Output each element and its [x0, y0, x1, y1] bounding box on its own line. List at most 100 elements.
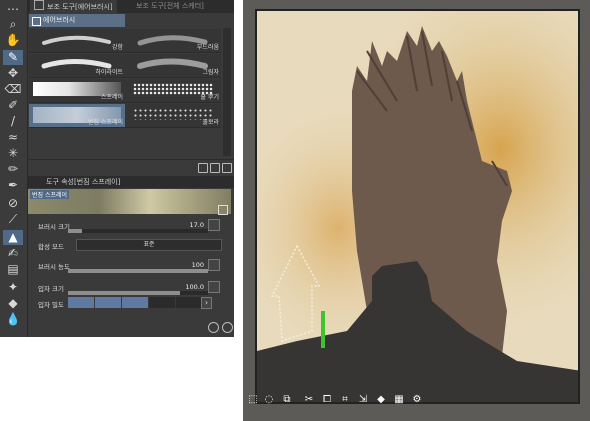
- brush-label: 물보라: [202, 119, 219, 126]
- eyedropper-icon[interactable]: ✐: [3, 98, 23, 113]
- tab-subtool-airbrush[interactable]: 보조 도구[에어브러시]: [30, 0, 117, 13]
- reset-icon[interactable]: [208, 322, 219, 333]
- transform-icon[interactable]: ⇲: [357, 394, 369, 406]
- fill-icon[interactable]: ▤: [3, 262, 23, 277]
- marker-icon[interactable]: ✒: [3, 178, 23, 193]
- particle-density-label: 입자 밀도: [38, 301, 64, 309]
- app-window: ⋯ ⌕ ✋ ✎ ✥ ⌫ ✐ / ≈ ✳ ✏ ✒ ⊘ ⟋ ▲ ✍ ▤ ✦ ◆ 💧 …: [0, 0, 234, 337]
- brush-label: 부드러움: [196, 44, 219, 51]
- canvas[interactable]: [255, 9, 580, 404]
- add-subtool-icon[interactable]: [198, 163, 208, 173]
- brush-item-selected[interactable]: 번짐 스프레이: [29, 104, 125, 128]
- tool-palette: ⋯ ⌕ ✋ ✎ ✥ ⌫ ✐ / ≈ ✳ ✏ ✒ ⊘ ⟋ ▲ ✍ ▤ ✦ ◆ 💧: [0, 0, 28, 337]
- brush-list-scrollbar[interactable]: [223, 28, 231, 156]
- brush-stroke-preview: [133, 108, 213, 120]
- density-segment[interactable]: [95, 297, 121, 308]
- tab-label: 보조 도구[전체 스케터]: [136, 2, 204, 10]
- brush-size-slider[interactable]: [68, 229, 208, 233]
- brush-label: 번짐 스프레이: [87, 119, 123, 126]
- density-segment[interactable]: [149, 297, 175, 308]
- blend-mode-row: 합성 모드 표준: [28, 238, 234, 254]
- density-segment[interactable]: [122, 297, 148, 308]
- subtool-actions: [28, 159, 234, 174]
- green-mark: [321, 311, 325, 348]
- toolbar-grip-icon: ⋯: [7, 2, 19, 16]
- particle-density-strip[interactable]: [68, 297, 212, 308]
- brush-item[interactable]: 하이라이트: [29, 54, 125, 78]
- pencil-icon[interactable]: ✏: [3, 162, 23, 177]
- particle-size-icon[interactable]: [208, 281, 220, 293]
- density-segment[interactable]: [176, 297, 202, 308]
- brush-size-row: 브러시 크기 17.0: [28, 218, 234, 234]
- density-segment[interactable]: [68, 297, 94, 308]
- tab-subtool-other[interactable]: 보조 도구[전체 스케터]: [132, 0, 208, 13]
- brush-size-shape-icon[interactable]: [208, 219, 220, 231]
- gradient-icon[interactable]: ✦: [3, 280, 23, 295]
- brush-label: 강함: [111, 44, 123, 51]
- ink-icon[interactable]: ⊘: [3, 196, 23, 211]
- airbrush-icon[interactable]: ▲: [3, 230, 23, 245]
- blend-icon[interactable]: ≈: [3, 130, 23, 145]
- copy-subtool-icon[interactable]: [210, 163, 220, 173]
- particle-size-slider[interactable]: [68, 291, 208, 295]
- cut-icon[interactable]: ✂: [303, 394, 315, 406]
- brush-label: 그림자: [202, 69, 219, 76]
- subtool-group-label: 에어브러시: [43, 16, 76, 24]
- settings-icon[interactable]: ⚙: [411, 394, 423, 406]
- invert-icon[interactable]: ⧉: [281, 394, 293, 406]
- settings-icon[interactable]: [222, 322, 233, 333]
- crop-icon[interactable]: ⌗: [339, 394, 351, 406]
- brush-item[interactable]: 흩 뿌기: [125, 79, 221, 103]
- brush-density-label: 브러시 농도: [38, 263, 70, 271]
- brush-size-value: 17.0: [189, 221, 204, 229]
- tool-property-tab[interactable]: 도구 속성[번짐 스프레이]: [28, 176, 234, 188]
- brush-density-icon[interactable]: [208, 259, 220, 271]
- fill-icon[interactable]: ◆: [375, 394, 387, 406]
- blur-icon[interactable]: 💧: [3, 312, 23, 327]
- pen-icon[interactable]: ✎: [3, 50, 23, 65]
- brush-size-label: 브러시 크기: [38, 223, 70, 231]
- delete-subtool-icon[interactable]: [222, 163, 232, 173]
- blend-mode-label: 합성 모드: [38, 243, 64, 251]
- property-footer: [28, 318, 234, 337]
- canvas-drawing: [257, 11, 578, 402]
- tab-label: 보조 도구[에어브러시]: [47, 3, 113, 11]
- brush-preview-label: 번짐 스프레이: [30, 190, 70, 199]
- particle-size-row: 입자 크기 100.0: [28, 280, 234, 296]
- hand-icon[interactable]: ✋: [3, 33, 23, 48]
- particle-size-value: 100.0: [185, 283, 204, 291]
- subtool-tabbar: 보조 도구[에어브러시] 보조 도구[전체 스케터]: [28, 0, 234, 13]
- brush-label: 스프레이: [100, 94, 123, 101]
- brush-item[interactable]: 물보라: [125, 104, 221, 128]
- brush-label: 흩 뿌기: [200, 94, 219, 101]
- chevron-right-icon[interactable]: ›: [201, 297, 212, 309]
- brush-icon[interactable]: /: [3, 114, 23, 129]
- eraser-icon[interactable]: ⌫: [3, 82, 23, 97]
- zoom-icon[interactable]: ⌕: [3, 17, 23, 32]
- select-all-icon[interactable]: ⬚: [247, 394, 259, 406]
- figure-icon[interactable]: ✍: [3, 246, 23, 261]
- copy-icon[interactable]: ⧠: [321, 394, 333, 406]
- wand-icon[interactable]: ✳: [3, 146, 23, 161]
- brush-label: 하이라이트: [95, 69, 123, 76]
- brush-item[interactable]: 강함: [29, 29, 125, 53]
- particle-size-label: 입자 크기: [38, 285, 64, 293]
- brush-item[interactable]: 스프레이: [29, 79, 125, 103]
- canvas-toolbar: ⬚ ◌ ⧉ ✂ ⧠ ⌗ ⇲ ◆ ▦ ⚙: [243, 390, 590, 412]
- lock-icon[interactable]: [218, 205, 228, 215]
- brush-item[interactable]: 부드러움: [125, 29, 221, 53]
- brush-item[interactable]: 그림자: [125, 54, 221, 78]
- airbrush-group-icon: [32, 17, 41, 26]
- checker-icon[interactable]: ▦: [393, 394, 405, 406]
- blend-mode-select[interactable]: 표준: [76, 239, 222, 251]
- move-icon[interactable]: ✥: [3, 66, 23, 81]
- decoration-icon[interactable]: ⟋: [3, 212, 23, 227]
- lasso-icon[interactable]: ◌: [263, 394, 275, 406]
- brush-density-slider[interactable]: [68, 269, 208, 273]
- subtool-group[interactable]: 에어브러시: [29, 14, 125, 27]
- tool-property-title: 도구 속성[번짐 스프레이]: [46, 178, 121, 186]
- blend-mode-value: 표준: [143, 241, 155, 248]
- brush-density-value: 100: [191, 261, 204, 269]
- eraser2-icon[interactable]: ◆: [3, 296, 23, 311]
- brush-stroke-preview: [42, 35, 111, 45]
